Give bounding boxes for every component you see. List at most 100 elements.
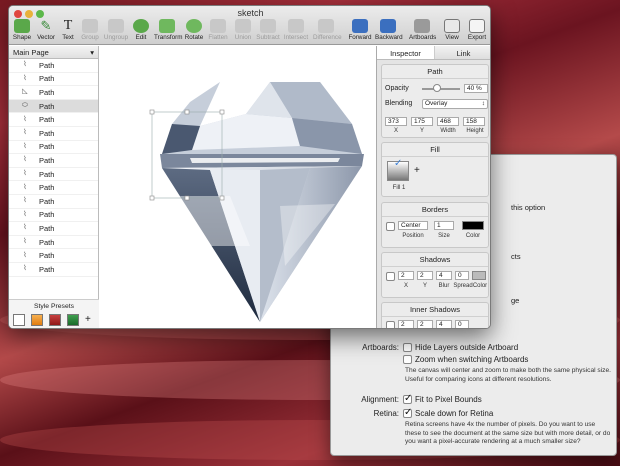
canvas[interactable]	[100, 46, 375, 328]
layer-row[interactable]: ⌇ Path	[9, 113, 98, 127]
titlebar: sketch Shape ✎ Vector T Text Group Ungroup…	[9, 6, 490, 45]
layer-row[interactable]: ⌇ Path	[9, 168, 98, 182]
preset-swatch-green[interactable]	[67, 314, 79, 326]
add-fill-button[interactable]: +	[414, 165, 420, 176]
fill-swatch[interactable]: ✓	[387, 158, 409, 181]
layer-row[interactable]: ⬭ Path	[9, 99, 98, 114]
prefs-partial-text: this option	[511, 203, 546, 212]
window-title: sketch	[237, 8, 264, 18]
layer-label: Path	[39, 115, 55, 125]
view-button[interactable]: View	[439, 19, 465, 41]
group-button[interactable]: Group	[77, 19, 103, 41]
shadow-blur-label: Blur	[438, 283, 450, 289]
path-icon: ⌇	[23, 156, 27, 164]
opacity-slider-knob[interactable]	[433, 84, 442, 92]
forward-button[interactable]: Forward	[347, 19, 373, 41]
vector-pen-icon: ✎	[40, 18, 52, 33]
path-icon: ⌇	[23, 74, 27, 82]
edit-button[interactable]: Edit	[128, 19, 154, 41]
y-field[interactable]: 175	[411, 117, 433, 126]
shadow-checkbox[interactable]	[386, 272, 395, 281]
fit-pixel-checkbox[interactable]	[403, 393, 412, 404]
layer-row[interactable]: ⌇ Path	[9, 127, 98, 141]
layer-row[interactable]: ◺ Path	[9, 86, 98, 100]
color-label: Color	[465, 233, 481, 239]
backward-icon	[380, 19, 396, 33]
blending-select[interactable]: Overlay ↕	[422, 99, 488, 109]
path-icon: ⌇	[23, 129, 27, 137]
layer-row[interactable]: ⌇ Path	[9, 154, 98, 168]
borders-section-title: Borders	[382, 203, 488, 217]
difference-button[interactable]: Difference	[313, 19, 342, 41]
scale-down-checkbox[interactable]	[403, 407, 412, 418]
width-field[interactable]: 468	[437, 117, 459, 126]
tab-inspector[interactable]: Inspector	[377, 46, 435, 59]
fill-item-label: Fill 1	[392, 185, 406, 191]
shadow-blur-field[interactable]: 4	[436, 271, 452, 280]
group-icon	[82, 19, 98, 33]
page-selector[interactable]: Main Page ▾	[9, 46, 98, 59]
layer-row[interactable]: ⌇ Path	[9, 59, 98, 73]
layer-label: Path	[39, 142, 55, 152]
prefs-partial-text: ge	[511, 296, 520, 305]
shadow-spread-field[interactable]: 0	[455, 271, 469, 280]
inner-shadow-x-field[interactable]: 2	[398, 320, 414, 328]
union-button[interactable]: Union	[230, 19, 256, 41]
path-icon: ◺	[22, 88, 28, 96]
layer-row[interactable]: ⌇ Path	[9, 263, 98, 277]
view-icon	[444, 19, 460, 33]
layer-row[interactable]: ⌇ Path	[9, 222, 98, 236]
artboards-button[interactable]: Artboards	[409, 19, 436, 41]
inner-shadow-blur-field[interactable]: 4	[436, 320, 452, 328]
transform-button[interactable]: Transform	[154, 19, 182, 41]
layer-row[interactable]: ⌇ Path	[9, 141, 98, 155]
layer-row[interactable]: ⌇ Path	[9, 249, 98, 263]
hide-layers-checkbox[interactable]	[403, 343, 412, 352]
retina-description: Retina screens have 4x the number of pix…	[405, 421, 611, 446]
shadow-color-swatch[interactable]	[472, 271, 486, 280]
border-color-swatch[interactable]	[462, 221, 484, 230]
artboards-description: The canvas will center and zoom to make …	[405, 367, 611, 383]
layer-label: Path	[39, 74, 55, 84]
shadow-x-field[interactable]: 2	[398, 271, 414, 280]
zoom-switch-checkbox[interactable]	[403, 355, 412, 364]
style-presets: Style Presets +	[9, 299, 99, 328]
subtract-button[interactable]: Subtract	[255, 19, 281, 41]
shape-tool-button[interactable]: Shape	[9, 19, 35, 41]
backward-button[interactable]: Backward	[375, 19, 403, 41]
border-size-field[interactable]: 1	[434, 221, 454, 230]
layer-label: Path	[39, 101, 55, 111]
rotate-button[interactable]: Rotate	[181, 19, 207, 41]
layer-row[interactable]: ⌇ Path	[9, 236, 98, 250]
preset-swatch-orange[interactable]	[31, 314, 43, 326]
export-button[interactable]: Export	[464, 19, 490, 41]
position-label: Position	[402, 233, 424, 239]
path-icon: ⌇	[23, 224, 27, 232]
preset-swatch-white[interactable]	[13, 314, 25, 326]
layer-row[interactable]: ⌇ Path	[9, 195, 98, 209]
x-field[interactable]: 373	[385, 117, 407, 126]
ungroup-button[interactable]: Ungroup	[103, 19, 129, 41]
flatten-icon	[210, 19, 226, 33]
flatten-button[interactable]: Flatten	[205, 19, 231, 41]
opacity-slider-track[interactable]	[422, 88, 460, 90]
blending-label: Blending	[385, 100, 413, 107]
border-checkbox[interactable]	[386, 222, 395, 231]
sketch-window: sketch Shape ✎ Vector T Text Group Ungroup…	[8, 5, 491, 329]
shadow-y-field[interactable]: 2	[417, 271, 433, 280]
height-field[interactable]: 158	[463, 117, 485, 126]
layer-row[interactable]: ⌇ Path	[9, 209, 98, 223]
intersect-button[interactable]: Intersect	[283, 19, 309, 41]
tab-link[interactable]: Link	[435, 46, 490, 59]
opacity-field[interactable]: 40 %	[464, 84, 488, 93]
path-icon: ⌇	[23, 61, 27, 69]
layer-row[interactable]: ⌇ Path	[9, 181, 98, 195]
artboards-label: Artboards:	[362, 343, 399, 352]
inner-shadow-checkbox[interactable]	[386, 321, 395, 328]
inner-shadow-spread-field[interactable]: 0	[455, 320, 469, 328]
border-position-select[interactable]: Center	[398, 221, 428, 230]
add-preset-button[interactable]: +	[85, 314, 91, 325]
layer-row[interactable]: ⌇ Path	[9, 73, 98, 87]
preset-swatch-red[interactable]	[49, 314, 61, 326]
inner-shadow-y-field[interactable]: 2	[417, 320, 433, 328]
